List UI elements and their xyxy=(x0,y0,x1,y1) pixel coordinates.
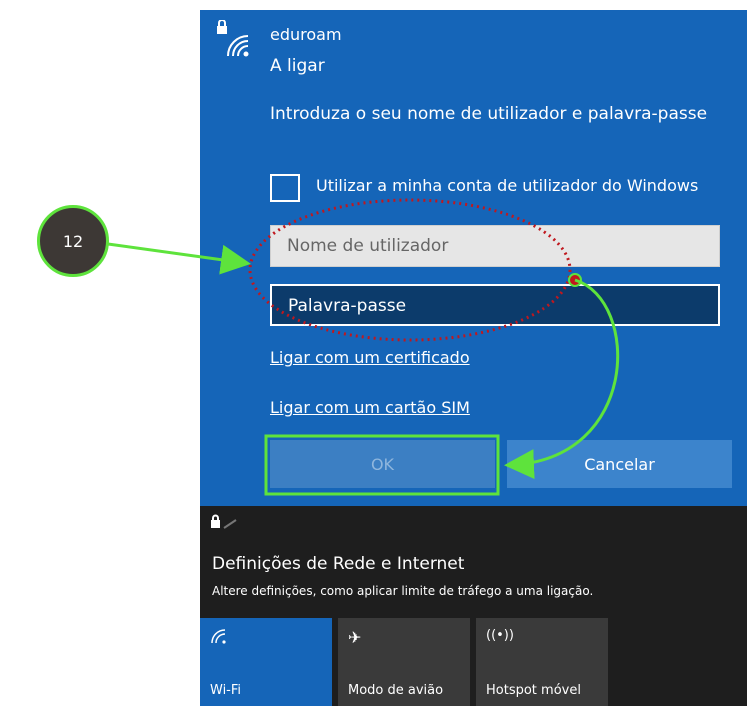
windows-account-checkbox-label: Utilizar a minha conta de utilizador do … xyxy=(316,176,699,195)
password-input[interactable]: Palavra-passe xyxy=(270,284,720,326)
hotspot-icon: ((•)) xyxy=(486,628,514,643)
cancel-button[interactable]: Cancelar xyxy=(507,440,732,488)
tile-airplane-mode[interactable]: ✈ Modo de avião xyxy=(338,618,470,706)
tile-wifi[interactable]: Wi-Fi xyxy=(200,618,332,706)
tile-label: Modo de avião xyxy=(348,683,444,698)
sim-link[interactable]: Ligar com um cartão SIM xyxy=(270,398,470,417)
lock-wifi-icon xyxy=(210,514,250,538)
network-settings-subtitle: Altere definições, como aplicar limite d… xyxy=(212,584,594,598)
wifi-icon xyxy=(210,628,228,648)
credentials-prompt: Introduza o seu nome de utilizador e pal… xyxy=(270,104,708,124)
certificate-link[interactable]: Ligar com um certificado xyxy=(270,348,470,367)
network-name: eduroam xyxy=(270,25,342,44)
tile-label: Wi-Fi xyxy=(210,683,242,698)
windows-account-checkbox-row[interactable]: Utilizar a minha conta de utilizador do … xyxy=(270,170,740,214)
tile-label: Hotspot móvel xyxy=(486,683,581,698)
windows-account-checkbox[interactable] xyxy=(270,174,300,202)
network-settings-area: Definições de Rede e Internet Altere def… xyxy=(200,506,747,706)
ok-button[interactable]: OK xyxy=(270,440,495,488)
annotation-badge: 12 xyxy=(37,205,109,277)
connection-status: A ligar xyxy=(270,56,325,76)
network-settings-link[interactable]: Definições de Rede e Internet xyxy=(212,554,464,574)
tile-mobile-hotspot[interactable]: ((•)) Hotspot móvel xyxy=(476,618,608,706)
username-input[interactable]: Nome de utilizador xyxy=(270,225,720,267)
airplane-icon: ✈ xyxy=(348,628,362,647)
wifi-lock-icon xyxy=(214,19,254,60)
network-panel: eduroam A ligar Introduza o seu nome de … xyxy=(200,10,747,506)
